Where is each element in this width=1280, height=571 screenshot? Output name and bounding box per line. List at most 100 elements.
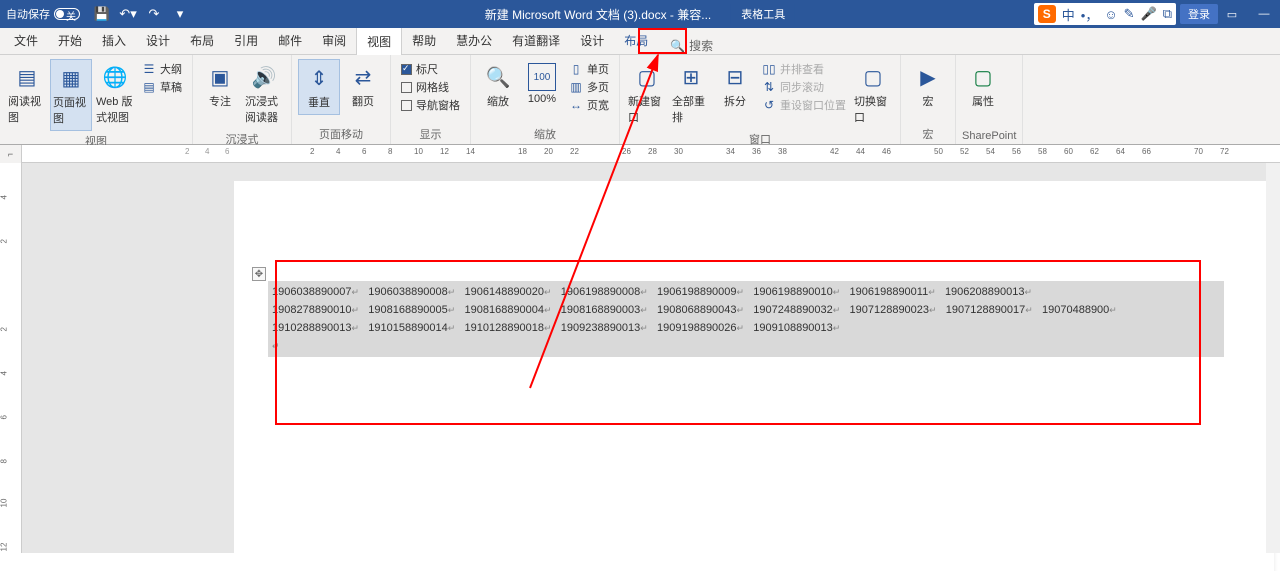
tab-insert[interactable]: 插入	[92, 27, 136, 54]
page-width-button[interactable]: ↔页宽	[569, 97, 609, 113]
title-bar: 自动保存 关 💾 ↶▾ ↷ ▾ 新建 Microsoft Word 文档 (3)…	[0, 0, 1280, 28]
vertical-button[interactable]: ⇕垂直	[298, 59, 340, 115]
gridlines-checkbox[interactable]: 网格线	[401, 79, 460, 95]
ribbon-tabs: 文件 开始 插入 设计 布局 引用 邮件 审阅 视图 帮助 慧办公 有道翻译 设…	[0, 28, 1280, 55]
ime-mic-icon[interactable]: 🎤	[1141, 6, 1157, 22]
horizontal-ruler[interactable]: ⌐ 64224681012141820222628303436384244465…	[0, 145, 1280, 163]
undo-icon[interactable]: ↶▾	[120, 6, 136, 22]
zoom-100-icon: 100	[528, 63, 556, 91]
draft-button[interactable]: ▤草稿	[142, 79, 182, 95]
tab-home[interactable]: 开始	[48, 27, 92, 54]
web-layout-button[interactable]: 🌐Web 版式视图	[94, 59, 136, 129]
multi-page-button[interactable]: ▥多页	[569, 79, 609, 95]
group-sharepoint: ▢属性 SharePoint	[956, 55, 1023, 144]
switch-window-button[interactable]: ▢切换窗口	[852, 59, 894, 129]
sogou-icon[interactable]: S	[1038, 5, 1056, 23]
one-page-button[interactable]: ▯单页	[569, 61, 609, 77]
flip-icon: ⇄	[349, 63, 377, 91]
table-move-handle[interactable]: ✥	[252, 267, 266, 281]
document-title: 新建 Microsoft Word 文档 (3).docx - 兼容...	[485, 6, 711, 23]
tab-references[interactable]: 引用	[224, 27, 268, 54]
switch-window-icon: ▢	[859, 63, 887, 91]
macros-icon: ▶	[914, 63, 942, 91]
page-width-icon: ↔	[569, 98, 583, 112]
macros-button[interactable]: ▶宏	[907, 59, 949, 113]
one-page-icon: ▯	[569, 62, 583, 76]
zoom-icon: 🔍	[484, 63, 512, 91]
nav-checkbox[interactable]: 导航窗格	[401, 97, 460, 113]
tab-youdao[interactable]: 有道翻译	[502, 27, 570, 54]
tab-table-design[interactable]: 设计	[570, 27, 614, 54]
ribbon: ▤阅读视图 ▦页面视图 🌐Web 版式视图 ☰大纲 ▤草稿 视图 ▣专注 🔊沉浸…	[0, 55, 1280, 145]
arrange-icon: ⊞	[677, 63, 705, 91]
save-icon[interactable]: 💾	[94, 6, 110, 22]
workspace: 4224681012 ✥ 1906038890007↵ 190603889000…	[0, 163, 1280, 553]
reset-window-button: ↺重设窗口位置	[762, 97, 846, 113]
properties-button[interactable]: ▢属性	[962, 59, 1004, 113]
redo-icon[interactable]: ↷	[146, 6, 162, 22]
reset-window-icon: ↺	[762, 98, 776, 112]
ruler-corner[interactable]: ⌐	[0, 145, 22, 163]
group-show: 标尺 网格线 导航窗格 显示	[391, 55, 471, 144]
tab-huiban[interactable]: 慧办公	[446, 27, 502, 54]
new-window-button[interactable]: ▢新建窗口	[626, 59, 668, 129]
tab-view[interactable]: 视图	[356, 27, 402, 55]
split-button[interactable]: ⊟拆分	[714, 59, 756, 113]
ime-punct-icon[interactable]: •，	[1081, 5, 1099, 24]
vertical-scrollbar[interactable]	[1266, 163, 1280, 553]
side-by-side-icon: ▯▯	[762, 62, 776, 76]
login-button[interactable]: 登录	[1180, 4, 1218, 24]
zoom-button[interactable]: 🔍缩放	[477, 59, 519, 113]
ruler-checkbox[interactable]: 标尺	[401, 61, 460, 77]
vertical-ruler[interactable]: 4224681012	[0, 163, 22, 553]
ime-keyboard-icon[interactable]: ⧉	[1163, 6, 1172, 22]
table-row: 1906038890007↵ 1906038890008↵ 1906148890…	[272, 283, 1220, 301]
qat-more-icon[interactable]: ▾	[172, 6, 188, 22]
side-by-side-button: ▯▯并排查看	[762, 61, 846, 77]
reader-icon: 🔊	[250, 63, 278, 91]
outline-icon: ☰	[142, 62, 156, 76]
outline-button[interactable]: ☰大纲	[142, 61, 182, 77]
ime-lang[interactable]: 中	[1062, 5, 1075, 24]
tab-mailings[interactable]: 邮件	[268, 27, 312, 54]
tab-table-layout[interactable]: 布局	[614, 27, 658, 54]
tab-design[interactable]: 设计	[136, 27, 180, 54]
tab-review[interactable]: 审阅	[312, 27, 356, 54]
zoom-100-button[interactable]: 100100%	[521, 59, 563, 109]
flip-button[interactable]: ⇄翻页	[342, 59, 384, 113]
search-icon: 🔍	[670, 39, 685, 53]
ime-edit-icon[interactable]: ✎	[1124, 6, 1135, 22]
focus-icon: ▣	[206, 63, 234, 91]
table-row: 1910288890013↵ 1910158890014↵ 1910128890…	[272, 319, 1220, 337]
print-layout-button[interactable]: ▦页面视图	[50, 59, 92, 131]
focus-button[interactable]: ▣专注	[199, 59, 241, 113]
multi-page-icon: ▥	[569, 80, 583, 94]
group-page-movement: ⇕垂直 ⇄翻页 页面移动	[292, 55, 391, 144]
ime-emoji-icon[interactable]: ☺	[1104, 7, 1117, 22]
split-icon: ⊟	[721, 63, 749, 91]
group-macros: ▶宏 宏	[901, 55, 956, 144]
draft-icon: ▤	[142, 80, 156, 94]
arrange-all-button[interactable]: ⊞全部重排	[670, 59, 712, 129]
new-window-icon: ▢	[633, 63, 661, 91]
document-page[interactable]: ✥ 1906038890007↵ 1906038890008↵ 19061488…	[234, 181, 1274, 571]
reader-button[interactable]: 🔊沉浸式阅读器	[243, 59, 285, 129]
minimize-icon[interactable]: —	[1254, 4, 1274, 24]
ime-toolbar[interactable]: S 中 •， ☺ ✎ 🎤 ⧉	[1034, 3, 1176, 25]
tab-file[interactable]: 文件	[4, 27, 48, 54]
contextual-tab-label: 表格工具	[731, 4, 795, 24]
autosave-toggle[interactable]: 自动保存 关	[6, 6, 80, 22]
read-mode-icon: ▤	[13, 63, 41, 91]
search-box[interactable]: 🔍 搜索	[670, 37, 713, 54]
ribbon-mode-icon[interactable]: ▭	[1222, 4, 1242, 24]
print-layout-icon: ▦	[57, 64, 85, 92]
table-cell[interactable]: 1906038890007↵ 1906038890008↵ 1906148890…	[268, 281, 1224, 357]
group-zoom: 🔍缩放 100100% ▯单页 ▥多页 ↔页宽 缩放	[471, 55, 620, 144]
read-mode-button[interactable]: ▤阅读视图	[6, 59, 48, 129]
group-views: ▤阅读视图 ▦页面视图 🌐Web 版式视图 ☰大纲 ▤草稿 视图	[0, 55, 193, 144]
tab-help[interactable]: 帮助	[402, 27, 446, 54]
tab-layout[interactable]: 布局	[180, 27, 224, 54]
properties-icon: ▢	[969, 63, 997, 91]
web-layout-icon: 🌐	[101, 63, 129, 91]
group-immersive: ▣专注 🔊沉浸式阅读器 沉浸式	[193, 55, 292, 144]
